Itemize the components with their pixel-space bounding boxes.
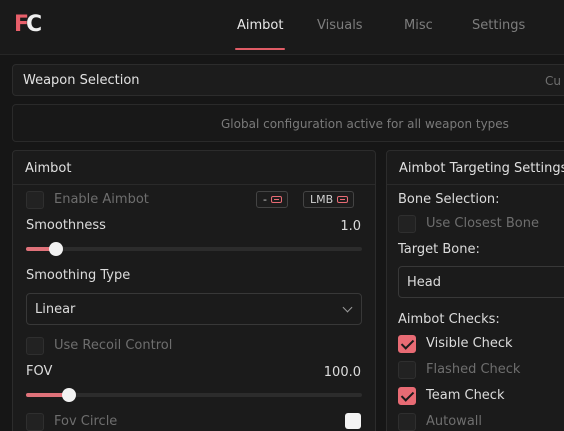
fov-slider-fill (26, 393, 67, 397)
fov-slider[interactable] (26, 388, 362, 402)
smoothness-value: 1.0 (340, 219, 361, 234)
weapon-selection-title: Weapon Selection (23, 73, 140, 88)
targeting-panel-title: Aimbot Targeting Settings (399, 161, 564, 176)
fov-circle-checkbox[interactable] (26, 413, 44, 431)
smoothness-label: Smoothness (26, 218, 106, 233)
flashed-check-checkbox[interactable] (398, 361, 416, 379)
use-recoil-control-label: Use Recoil Control (54, 338, 173, 353)
aimbot-panel: Aimbot Enable Aimbot - LMB Smoothness 1.… (12, 150, 376, 431)
fov-slider-thumb[interactable] (62, 388, 76, 402)
fov-value: 100.0 (323, 365, 361, 380)
tab-aimbot[interactable]: Aimbot (237, 18, 283, 33)
use-closest-bone-label: Use Closest Bone (426, 216, 539, 231)
keyboard-icon (337, 196, 349, 203)
header-bar: FC Aimbot Visuals Misc Settings (0, 0, 564, 55)
weapon-selection-dropdown[interactable]: Cu (545, 74, 561, 88)
aimbot-checks-label: Aimbot Checks: (398, 312, 500, 327)
target-bone-label: Target Bone: (398, 242, 480, 257)
visible-check-checkbox[interactable] (398, 335, 416, 353)
logo-letter-f: F (14, 12, 29, 37)
tab-settings[interactable]: Settings (472, 18, 525, 33)
tab-misc[interactable]: Misc (404, 18, 433, 33)
visible-check-label: Visible Check (426, 336, 513, 351)
fov-label: FOV (26, 364, 53, 379)
logo-letter-c: C (26, 12, 42, 37)
fov-circle-color-picker[interactable] (345, 413, 361, 429)
smoothness-slider-thumb[interactable] (49, 242, 63, 256)
weapon-info-bar: Global configuration active for all weap… (12, 104, 564, 142)
active-tab-indicator (235, 48, 285, 50)
keybind-primary-label: - (263, 193, 267, 206)
tab-visuals[interactable]: Visuals (317, 18, 363, 33)
smoothing-type-value: Linear (35, 302, 76, 317)
enable-aimbot-checkbox[interactable] (26, 191, 44, 209)
smoothing-type-label: Smoothing Type (26, 268, 131, 283)
autowall-checkbox[interactable] (398, 413, 416, 431)
chevron-down-icon (342, 302, 353, 313)
enable-aimbot-label: Enable Aimbot (54, 192, 149, 207)
team-check-checkbox[interactable] (398, 387, 416, 405)
app-logo: FC (14, 12, 42, 37)
keyboard-icon (270, 196, 282, 203)
team-check-label: Team Check (426, 388, 505, 403)
aimbot-panel-header: Aimbot (13, 151, 375, 185)
aimbot-panel-title: Aimbot (25, 161, 72, 176)
weapon-selection-bar[interactable]: Weapon Selection Cu (12, 64, 564, 96)
use-closest-bone-checkbox[interactable] (398, 215, 416, 233)
keybind-button-secondary[interactable]: LMB (303, 191, 355, 208)
autowall-label: Autowall (426, 414, 483, 429)
use-recoil-control-checkbox[interactable] (26, 337, 44, 355)
target-bone-select[interactable]: Head (398, 266, 564, 298)
target-bone-value: Head (407, 275, 441, 290)
smoothing-type-select[interactable]: Linear (26, 293, 362, 325)
fov-circle-label: Fov Circle (54, 414, 118, 429)
app-window: FC Aimbot Visuals Misc Settings Weapon S… (0, 0, 564, 431)
bone-selection-label: Bone Selection: (398, 192, 500, 207)
targeting-panel-header: Aimbot Targeting Settings (387, 151, 564, 185)
keybind-secondary-label: LMB (310, 193, 334, 206)
weapon-info-text: Global configuration active for all weap… (221, 117, 509, 131)
keybind-button-primary[interactable]: - (256, 191, 288, 208)
flashed-check-label: Flashed Check (426, 362, 521, 377)
smoothness-slider[interactable] (26, 242, 362, 256)
aimbot-targeting-panel: Aimbot Targeting Settings Bone Selection… (386, 150, 564, 431)
